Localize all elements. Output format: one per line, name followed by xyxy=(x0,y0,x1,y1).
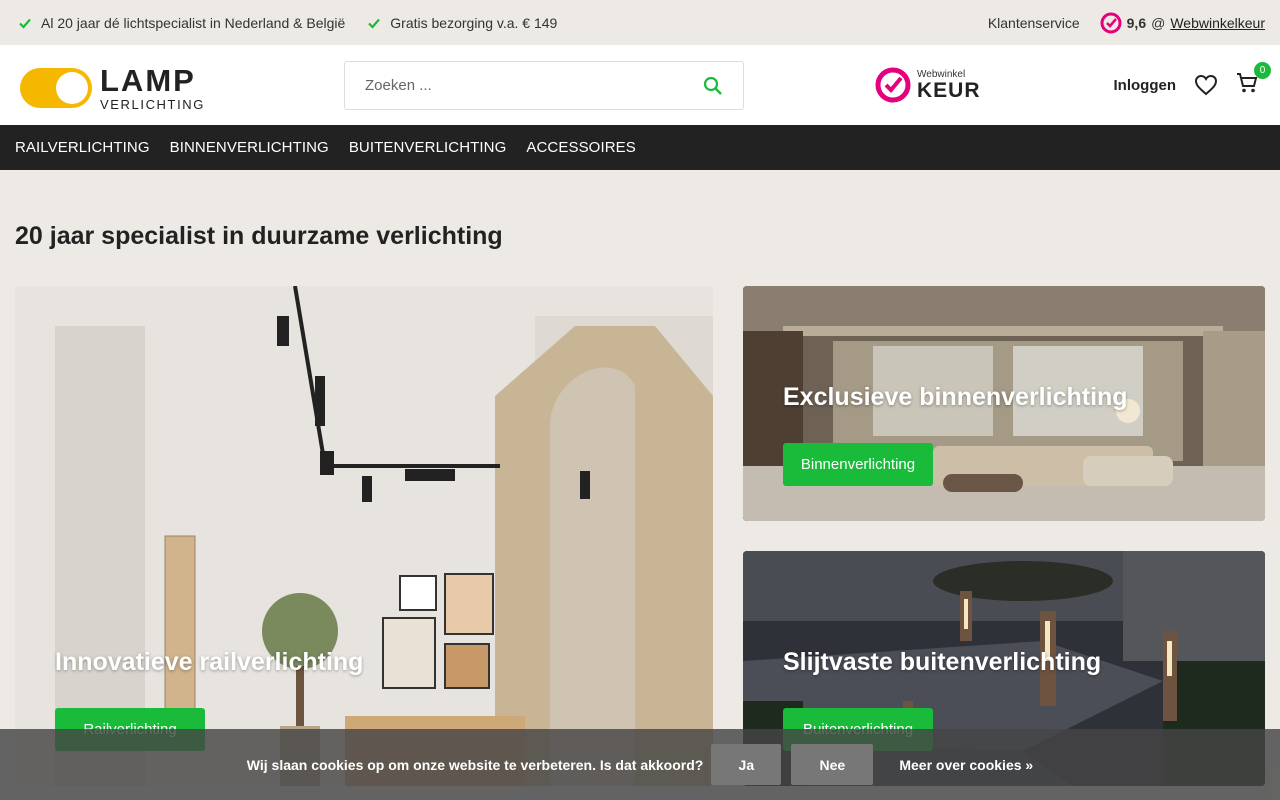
search-input[interactable] xyxy=(365,77,703,94)
cookie-accept-button[interactable]: Ja xyxy=(711,744,782,785)
header: LAMP VERLICHTING Webwinkel KEUR Inloggen xyxy=(0,45,1280,125)
nav-item-railverlichting[interactable]: RAILVERLICHTING xyxy=(15,139,150,156)
nav-item-buitenverlichting[interactable]: BUITENVERLICHTING xyxy=(349,139,507,156)
promo-card-rail[interactable]: Innovatieve railverlichting Railverlicht… xyxy=(15,286,713,786)
cookie-banner: Wij slaan cookies op om onze website te … xyxy=(0,729,1280,800)
heart-icon[interactable] xyxy=(1194,74,1218,96)
cookie-message: Wij slaan cookies op om onze website te … xyxy=(246,756,704,773)
top-bar-right: Klantenservice 9,6 @ Webwinkelkeur xyxy=(988,12,1265,34)
logo-toggle-icon xyxy=(20,68,92,108)
search-icon[interactable] xyxy=(703,76,723,96)
webwinkelkeur-rating[interactable]: 9,6 @ Webwinkelkeur xyxy=(1100,12,1265,34)
cookie-decline-button[interactable]: Nee xyxy=(791,744,874,785)
login-link[interactable]: Inloggen xyxy=(1114,77,1177,94)
card-title: Exclusieve binnenverlichting xyxy=(783,383,1128,411)
keur-big-text: KEUR xyxy=(917,78,981,102)
usp-list: Al 20 jaar dé lichtspecialist in Nederla… xyxy=(18,15,557,31)
cart-count-badge: 0 xyxy=(1254,61,1271,79)
cookie-more-link[interactable]: Meer over cookies » xyxy=(899,757,1033,773)
card-title: Innovatieve railverlichting xyxy=(55,648,364,676)
binnenverlichting-button[interactable]: Binnenverlichting xyxy=(783,443,933,486)
account-area: Inloggen 0 xyxy=(1114,45,1271,125)
usp-text: Gratis bezorging v.a. € 149 xyxy=(390,14,558,31)
main-nav: RAILVERLICHTING BINNENVERLICHTING BUITEN… xyxy=(0,125,1280,170)
logo[interactable]: LAMP VERLICHTING xyxy=(20,65,205,111)
check-icon xyxy=(19,18,31,29)
webwinkelkeur-logo-icon xyxy=(875,67,911,103)
rating-at: @ xyxy=(1151,14,1166,31)
check-icon xyxy=(368,18,381,29)
webwinkelkeur-badge[interactable]: Webwinkel KEUR xyxy=(874,66,981,104)
card-title: Slijtvaste buitenverlichting xyxy=(783,648,1102,676)
logo-word-lamp: LAMP xyxy=(100,63,196,98)
search-box xyxy=(344,61,744,110)
usp-item: Al 20 jaar dé lichtspecialist in Nederla… xyxy=(18,15,345,31)
promo-card-binnen[interactable]: Exclusieve binnenverlichting Binnenverli… xyxy=(743,286,1265,521)
customer-service-link[interactable]: Klantenservice xyxy=(988,15,1080,31)
logo-word-verlichting: VERLICHTING xyxy=(100,97,206,112)
webwinkelkeur-icon xyxy=(1100,12,1122,33)
cart-button[interactable]: 0 xyxy=(1236,61,1271,99)
webwinkelkeur-link[interactable]: Webwinkelkeur xyxy=(1170,15,1265,31)
nav-item-binnenverlichting[interactable]: BINNENVERLICHTING xyxy=(170,139,329,156)
keur-small-text: Webwinkel xyxy=(917,68,966,80)
usp-item: Gratis bezorging v.a. € 149 xyxy=(367,15,557,31)
top-bar: Al 20 jaar dé lichtspecialist in Nederla… xyxy=(0,0,1280,45)
usp-text: Al 20 jaar dé lichtspecialist in Nederla… xyxy=(41,14,346,31)
page-heading: 20 jaar specialist in duurzame verlichti… xyxy=(15,222,503,250)
rating-score: 9,6 xyxy=(1126,14,1147,31)
nav-item-accessoires[interactable]: ACCESSOIRES xyxy=(526,139,635,156)
